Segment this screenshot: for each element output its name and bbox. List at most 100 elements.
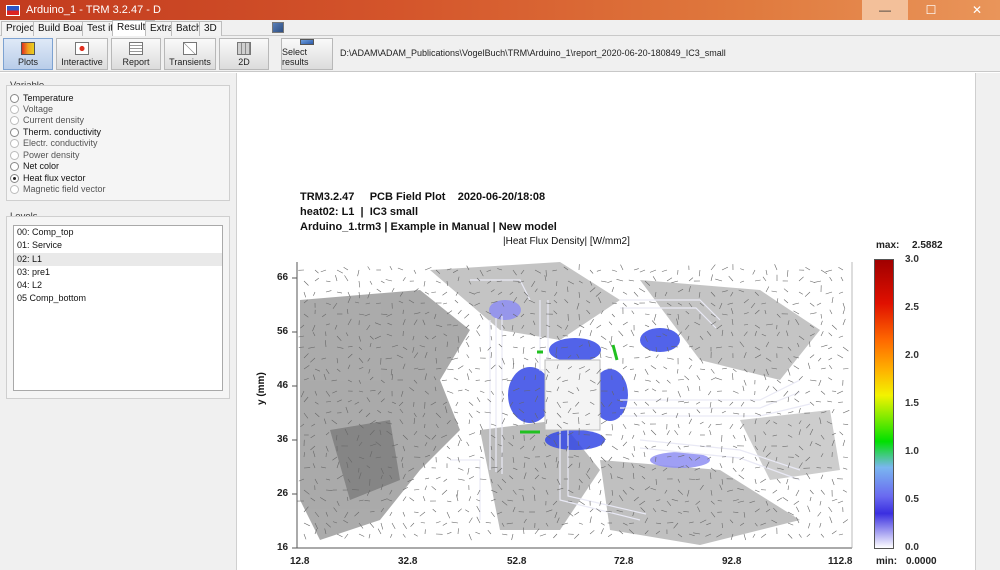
vector-arrow — [442, 291, 448, 296]
vector-arrow — [721, 410, 726, 414]
vector-arrow — [611, 423, 613, 431]
vector-arrow — [631, 310, 635, 315]
vector-arrow — [446, 390, 454, 394]
vector-arrow — [574, 511, 580, 516]
vector-arrow — [633, 268, 639, 271]
vector-arrow — [710, 264, 716, 271]
vector-arrow — [798, 533, 802, 538]
vector-arrow — [732, 412, 740, 415]
vector-arrow — [391, 287, 395, 293]
vector-arrow — [644, 313, 650, 315]
vector-arrow — [608, 456, 613, 462]
vector-arrow — [838, 291, 844, 294]
vector-arrow — [442, 522, 448, 526]
vector-arrow — [468, 401, 474, 406]
vector-arrow — [842, 368, 849, 370]
vector-arrow — [816, 302, 822, 306]
colorbar-max-label: max: — [876, 240, 900, 251]
vector-arrow — [743, 434, 747, 442]
vector-arrow — [303, 280, 309, 286]
vector-arrow — [787, 533, 793, 539]
vector-arrow — [760, 478, 767, 483]
vector-arrow — [467, 373, 470, 381]
ic-component — [544, 359, 601, 431]
vector-arrow — [377, 528, 382, 535]
vector-arrow — [446, 532, 452, 535]
vector-arrow — [451, 521, 459, 524]
vector-arrow — [828, 357, 833, 361]
vector-arrow — [380, 280, 385, 284]
vector-arrow — [424, 477, 430, 480]
vector-arrow — [709, 430, 712, 436]
vector-arrow — [655, 379, 660, 384]
vector-arrow — [698, 269, 701, 277]
vector-arrow — [453, 377, 459, 381]
vector-arrow — [344, 533, 349, 539]
vector-arrow — [842, 467, 848, 470]
vector-arrow — [457, 508, 462, 513]
vector-arrow — [490, 364, 496, 370]
vector-arrow — [457, 365, 464, 370]
vector-arrow — [475, 531, 481, 535]
vector-arrow — [457, 309, 462, 315]
vector-arrow — [633, 445, 635, 451]
vector-arrow — [754, 412, 762, 416]
vector-arrow — [809, 354, 815, 359]
vector-arrow — [633, 401, 638, 406]
vector-arrow — [523, 357, 529, 361]
y-tick-label: 16 — [277, 542, 289, 553]
vector-arrow — [476, 330, 481, 337]
vector-arrow — [715, 423, 723, 426]
vector-arrow — [539, 533, 547, 537]
vector-arrow — [818, 379, 822, 387]
vector-arrow — [831, 478, 835, 486]
vector-arrow — [831, 498, 838, 502]
vector-arrow — [643, 451, 646, 458]
vector-arrow — [655, 354, 659, 359]
vector-arrow — [641, 421, 646, 425]
vector-arrow — [829, 309, 833, 315]
vector-arrow — [742, 385, 745, 392]
vector-arrow — [710, 377, 717, 381]
vector-arrow — [422, 496, 426, 502]
vector-arrow — [829, 516, 833, 524]
vector-arrow — [782, 497, 789, 502]
vector-arrow — [616, 279, 624, 282]
vector-arrow — [838, 533, 844, 536]
vector-arrow — [369, 522, 375, 528]
vector-arrow — [589, 330, 592, 337]
vector-arrow — [466, 354, 470, 359]
vector-arrow — [829, 365, 833, 370]
vector-arrow — [600, 335, 607, 340]
vector-arrow — [622, 365, 627, 370]
vector-arrow — [732, 390, 739, 394]
vector-arrow — [390, 533, 393, 538]
vector-arrow — [424, 291, 430, 295]
vector-arrow — [677, 379, 684, 381]
vector-arrow — [774, 264, 778, 271]
vector-arrow — [441, 379, 448, 381]
vector-arrow — [815, 401, 822, 403]
vector-arrow — [464, 388, 470, 392]
vector-arrow — [715, 278, 723, 282]
vector-arrow — [435, 521, 441, 524]
vector-arrow — [794, 398, 800, 403]
plot-header-line1: TRM3.2.47 PCB Field Plot 2020-06-20/18:0… — [300, 191, 546, 203]
vector-arrow — [793, 500, 800, 505]
vector-arrow — [622, 456, 630, 460]
vector-arrow — [466, 341, 470, 348]
vector-arrow — [739, 280, 745, 283]
vector-arrow — [343, 266, 349, 271]
vector-arrow — [468, 496, 472, 502]
colorbar-tick: 3.0 — [905, 254, 919, 265]
vector-arrow — [710, 274, 713, 282]
vector-arrow — [798, 408, 801, 414]
vector-arrow — [468, 432, 476, 436]
vector-arrow — [651, 320, 657, 326]
plot-header-line2: heat02: L1 | IC3 small — [300, 206, 419, 218]
vector-arrow — [358, 280, 361, 288]
vector-arrow — [633, 373, 637, 381]
vector-arrow — [454, 411, 459, 414]
vector-arrow — [809, 280, 815, 283]
vector-arrow — [765, 385, 770, 392]
